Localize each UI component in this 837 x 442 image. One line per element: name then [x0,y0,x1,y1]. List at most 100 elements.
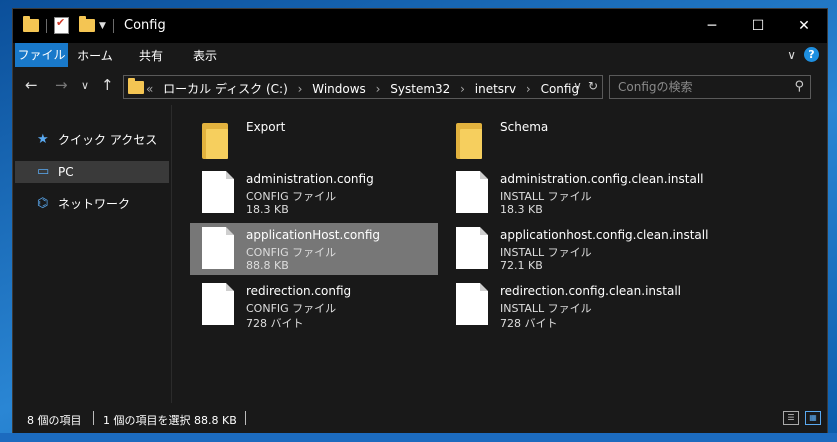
minimize-button[interactable]: ─ [689,9,735,43]
ribbon-right-controls: ∨ ? [787,47,819,62]
taskbar-edge [0,433,837,442]
tab-view[interactable]: 表示 [185,45,225,67]
search-icon[interactable]: ⚲ [794,79,804,94]
window-title: Config [124,18,166,33]
refresh-icon[interactable]: ↻ [588,79,598,93]
folder-icon [128,78,144,94]
nav-item-label: ネットワーク [58,197,131,211]
folder-item-export[interactable]: Export [190,115,438,167]
maximize-button[interactable]: ☐ [735,9,781,43]
selection-info: 1 個の項目を選択 88.8 KB [103,414,237,427]
search-input[interactable] [610,76,790,98]
item-name: redirection.config.clean.install [500,284,681,298]
search-box: ⚲ [609,75,811,99]
breadcrumb-item[interactable]: Windows [312,82,366,96]
item-type: CONFIG ファイル [246,246,337,259]
item-size: 18.3 KB [246,203,289,216]
file-icon [456,283,488,325]
folder-icon[interactable] [23,16,39,32]
file-icon [456,171,488,213]
details-view-icon[interactable]: ☰ [783,411,799,425]
item-type: INSTALL ファイル [500,302,592,315]
item-size: 88.8 KB [246,259,289,272]
file-item[interactable]: applicationhost.config.clean.install INS… [444,223,708,275]
nav-item-quick-access[interactable]: ★ クイック アクセス [15,129,169,151]
file-icon [202,283,234,325]
star-icon: ★ [37,132,49,147]
address-bar-controls: ∨ ↻ [573,79,598,93]
chevron-down-icon[interactable]: ∨ [573,79,582,93]
tab-share[interactable]: 共有 [131,45,171,67]
file-item[interactable]: administration.config CONFIG ファイル 18.3 K… [190,167,438,219]
up-button[interactable]: ↑ [101,76,114,94]
separator [93,411,94,425]
folder-icon [456,123,482,159]
properties-icon[interactable] [54,16,69,34]
folder-item-schema[interactable]: Schema [444,115,692,167]
navigation-pane: ★ クイック アクセス ▭ PC ⌬ ネットワーク [13,105,172,403]
view-buttons: ☰ ▦ [783,411,821,425]
expand-ribbon-icon[interactable]: ∨ [787,48,796,62]
item-name: administration.config [246,172,374,186]
chevron-right-icon: › [460,82,465,96]
nav-item-pc[interactable]: ▭ PC [15,161,169,183]
separator [245,411,246,425]
help-icon[interactable]: ? [804,47,819,62]
item-name: Schema [500,120,549,134]
folder-icon [202,123,228,159]
network-icon: ⌬ [37,196,49,211]
navigation-bar: ← → ∨ ↑ « ローカル ディスク (C:) › Windows › Sys… [13,67,827,105]
address-bar[interactable]: « ローカル ディスク (C:) › Windows › System32 › … [123,75,603,99]
chevron-right-icon: › [375,82,381,96]
item-type: CONFIG ファイル [246,302,337,315]
item-size: 72.1 KB [500,259,543,272]
item-size: 728 バイト [246,317,304,330]
recent-locations-button[interactable]: ∨ [81,79,89,92]
status-bar: 8 個の項目 1 個の項目を選択 88.8 KB ☰ ▦ [13,403,827,433]
file-item[interactable]: administration.config.clean.install INST… [444,167,704,219]
item-size: 728 バイト [500,317,558,330]
overflow-icon[interactable]: « [146,82,153,96]
item-type: CONFIG ファイル [246,190,337,203]
file-item[interactable]: redirection.config CONFIG ファイル 728 バイト [190,279,438,331]
chevron-right-icon: › [297,82,303,96]
new-folder-icon[interactable] [79,16,95,32]
item-type: INSTALL ファイル [500,190,592,203]
item-name: Export [246,120,286,134]
item-name: administration.config.clean.install [500,172,704,186]
chevron-right-icon: › [525,82,531,96]
file-item-selected[interactable]: applicationHost.config CONFIG ファイル 88.8 … [190,223,438,275]
separator [46,18,47,33]
window-controls: ─ ☐ ✕ [689,9,827,43]
breadcrumb-item[interactable]: inetsrv [475,82,516,96]
tab-file[interactable]: ファイル [15,43,68,67]
item-type: INSTALL ファイル [500,246,592,259]
breadcrumb-item[interactable]: System32 [390,82,450,96]
tab-home[interactable]: ホーム [75,45,115,67]
close-button[interactable]: ✕ [781,9,827,43]
customize-toolbar-icon[interactable]: ▼ [99,21,106,31]
file-icon [202,171,234,213]
breadcrumb: « ローカル ディスク (C:) › Windows › System32 › … [146,80,585,97]
back-button[interactable]: ← [25,76,38,94]
item-name: redirection.config [246,284,352,298]
nav-item-label: PC [58,165,74,179]
item-count: 8 個の項目 [27,414,82,427]
item-name: applicationhost.config.clean.install [500,228,709,242]
file-list: Export Schema administration.config CONF… [172,105,827,403]
ribbon-tabs: ファイル ホーム 共有 表示 ∨ ? [13,43,827,67]
breadcrumb-item[interactable]: ローカル ディスク (C:) [163,82,288,96]
file-icon [456,227,488,269]
file-icon [202,227,234,269]
tiles-view-icon[interactable]: ▦ [805,411,821,425]
file-item[interactable]: redirection.config.clean.install INSTALL… [444,279,692,331]
forward-button[interactable]: → [55,76,68,94]
item-name: applicationHost.config [246,228,381,242]
title-bar: ▼ Config ─ ☐ ✕ [13,9,827,43]
separator [112,18,114,33]
computer-icon: ▭ [37,164,50,179]
quick-access-toolbar: ▼ [23,16,117,34]
item-size: 18.3 KB [500,203,543,216]
nav-item-network[interactable]: ⌬ ネットワーク [15,193,169,215]
nav-item-label: クイック アクセス [58,133,158,147]
